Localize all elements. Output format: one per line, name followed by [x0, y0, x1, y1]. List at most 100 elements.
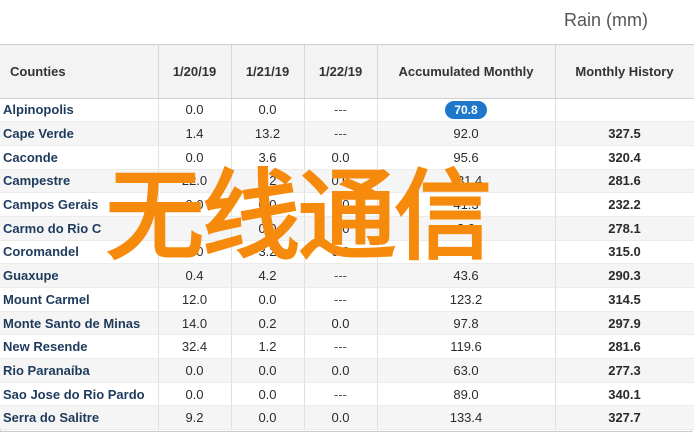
history-cell: 340.1: [555, 382, 694, 407]
table-row[interactable]: Rio Paranaíba 0.0 0.0 0.0 63.0 277.3: [0, 358, 694, 383]
accumulated-cell: 123.2: [377, 287, 556, 312]
date-3-cell: 0.0: [304, 358, 378, 383]
accumulated-cell: 119.6: [377, 334, 556, 360]
date-1-cell: 0.0: [158, 98, 232, 123]
accumulated-cell: 131.4: [377, 169, 556, 194]
table-toolbar: Rain (mm): [0, 0, 694, 45]
table-body: Alpinopolis 0.0 0.0 --- 70.8 Cape Verde 1.4 13.…: [0, 98, 694, 431]
history-cell: 315.0: [555, 240, 694, 265]
date-1-cell: 12.0: [158, 287, 232, 312]
county-name-cell: Campestre: [0, 169, 159, 194]
accumulated-cell: 95.6: [377, 145, 556, 170]
county-name-cell: Campos Gerais: [0, 192, 159, 217]
date-1-cell: 0.0: [158, 145, 232, 170]
date-2-cell: 0.0: [231, 192, 305, 217]
date-2-cell: 0.0: [231, 98, 305, 123]
date-3-cell: ---: [304, 121, 378, 146]
column-header-counties[interactable]: Counties: [0, 45, 159, 99]
rainfall-table: Counties 1/20/19 1/21/19 1/22/19 Accumul…: [0, 45, 694, 431]
table-row[interactable]: Alpinopolis 0.0 0.0 --- 70.8: [0, 98, 694, 123]
table-row[interactable]: Campestre 22.0 0.2 0.0 131.4 281.6: [0, 169, 694, 194]
history-cell: 320.4: [555, 145, 694, 170]
unit-label: Rain (mm): [564, 10, 648, 30]
date-1-cell: 0.0: [158, 382, 232, 407]
date-3-cell: 0.0: [304, 145, 378, 170]
date-2-cell: 0.0: [231, 287, 305, 312]
county-name-cell: Caconde: [0, 145, 159, 170]
accumulated-cell: 63.0: [377, 358, 556, 383]
date-1-cell: [158, 216, 232, 241]
table-row[interactable]: Caconde 0.0 3.6 0.0 95.6 320.4: [0, 145, 694, 170]
date-1-cell: 0.0: [158, 192, 232, 217]
history-cell: 290.3: [555, 263, 694, 288]
date-2-cell: 0.0: [231, 216, 305, 241]
date-2-cell: 13.2: [231, 121, 305, 146]
history-cell: 281.6: [555, 169, 694, 194]
table-row[interactable]: Cape Verde 1.4 13.2 --- 92.0 327.5: [0, 121, 694, 146]
date-2-cell: 0.0: [231, 382, 305, 407]
history-cell: 327.5: [555, 121, 694, 146]
county-name-cell: Sao Jose do Rio Pardo: [0, 382, 159, 407]
accumulated-cell: 43.6: [377, 263, 556, 288]
county-name-cell: Carmo do Rio C: [0, 216, 159, 241]
history-cell: 277.3: [555, 358, 694, 383]
history-cell: 281.6: [555, 334, 694, 360]
county-name-cell: Serra do Salitre: [0, 405, 159, 431]
accumulated-cell: 41.3: [377, 192, 556, 217]
date-3-cell: 0.0: [304, 216, 378, 241]
accumulated-cell: 97.8: [377, 311, 556, 336]
county-name-cell: Cape Verde: [0, 121, 159, 146]
table-row[interactable]: Mount Carmel 12.0 0.0 --- 123.2 314.5: [0, 287, 694, 312]
table-row[interactable]: Guaxupe 0.4 4.2 --- 43.6 290.3: [0, 263, 694, 288]
history-cell: 297.9: [555, 311, 694, 336]
date-3-cell: ---: [304, 263, 378, 288]
column-header-date-2[interactable]: 1/21/19: [231, 45, 305, 99]
date-2-cell: 3.2: [231, 240, 305, 265]
date-2-cell: 1.2: [231, 334, 305, 360]
history-cell: 327.7: [555, 405, 694, 431]
date-3-cell: 0.0: [304, 405, 378, 431]
date-1-cell: 9.2: [158, 405, 232, 431]
accumulated-cell: 70.8: [377, 98, 556, 123]
county-name-cell: Guaxupe: [0, 263, 159, 288]
county-name-cell: Monte Santo de Minas: [0, 311, 159, 336]
date-2-cell: 0.0: [231, 358, 305, 383]
highlight-badge: 70.8: [445, 100, 487, 119]
date-3-cell: ---: [304, 287, 378, 312]
date-1-cell: 0.0: [158, 240, 232, 265]
county-name-cell: Coromandel: [0, 240, 159, 265]
table-row[interactable]: New Resende 32.4 1.2 --- 119.6 281.6: [0, 334, 694, 360]
date-3-cell: 0.0: [304, 311, 378, 336]
date-3-cell: ---: [304, 382, 378, 407]
accumulated-cell: 133.4: [377, 405, 556, 431]
table-row[interactable]: Serra do Salitre 9.2 0.0 0.0 133.4 327.7: [0, 405, 694, 431]
date-1-cell: 1.4: [158, 121, 232, 146]
table-row[interactable]: Campos Gerais 0.0 0.0 0.0 41.3 232.2: [0, 192, 694, 217]
county-name-cell: Mount Carmel: [0, 287, 159, 312]
table-row[interactable]: Sao Jose do Rio Pardo 0.0 0.0 --- 89.0 340.1: [0, 382, 694, 407]
date-3-cell: 0.0: [304, 240, 378, 265]
table-row[interactable]: Monte Santo de Minas 14.0 0.2 0.0 97.8 297.9: [0, 311, 694, 336]
accumulated-cell: 92.0: [377, 121, 556, 146]
county-name-cell: Rio Paranaíba: [0, 358, 159, 383]
column-header-date-1[interactable]: 1/20/19: [158, 45, 232, 99]
county-name-cell: New Resende: [0, 334, 159, 360]
date-1-cell: 32.4: [158, 334, 232, 360]
date-2-cell: 0.2: [231, 169, 305, 194]
column-header-accumulated[interactable]: Accumulated Monthly: [377, 45, 556, 99]
date-1-cell: 0.0: [158, 358, 232, 383]
date-3-cell: 0.0: [304, 192, 378, 217]
history-cell: [555, 98, 694, 123]
column-header-date-3[interactable]: 1/22/19: [304, 45, 378, 99]
table-row[interactable]: Coromandel 0.0 3.2 0.0 8.8 315.0: [0, 240, 694, 265]
date-1-cell: 14.0: [158, 311, 232, 336]
date-1-cell: 0.4: [158, 263, 232, 288]
history-cell: 314.5: [555, 287, 694, 312]
column-header-history[interactable]: Monthly History: [555, 45, 694, 99]
table-header-row: Counties 1/20/19 1/21/19 1/22/19 Accumul…: [0, 45, 694, 99]
history-cell: 278.1: [555, 216, 694, 241]
table-row[interactable]: Carmo do Rio C 0.0 0.0 3.0 278.1: [0, 216, 694, 241]
date-2-cell: 4.2: [231, 263, 305, 288]
date-2-cell: 3.6: [231, 145, 305, 170]
history-cell: 232.2: [555, 192, 694, 217]
